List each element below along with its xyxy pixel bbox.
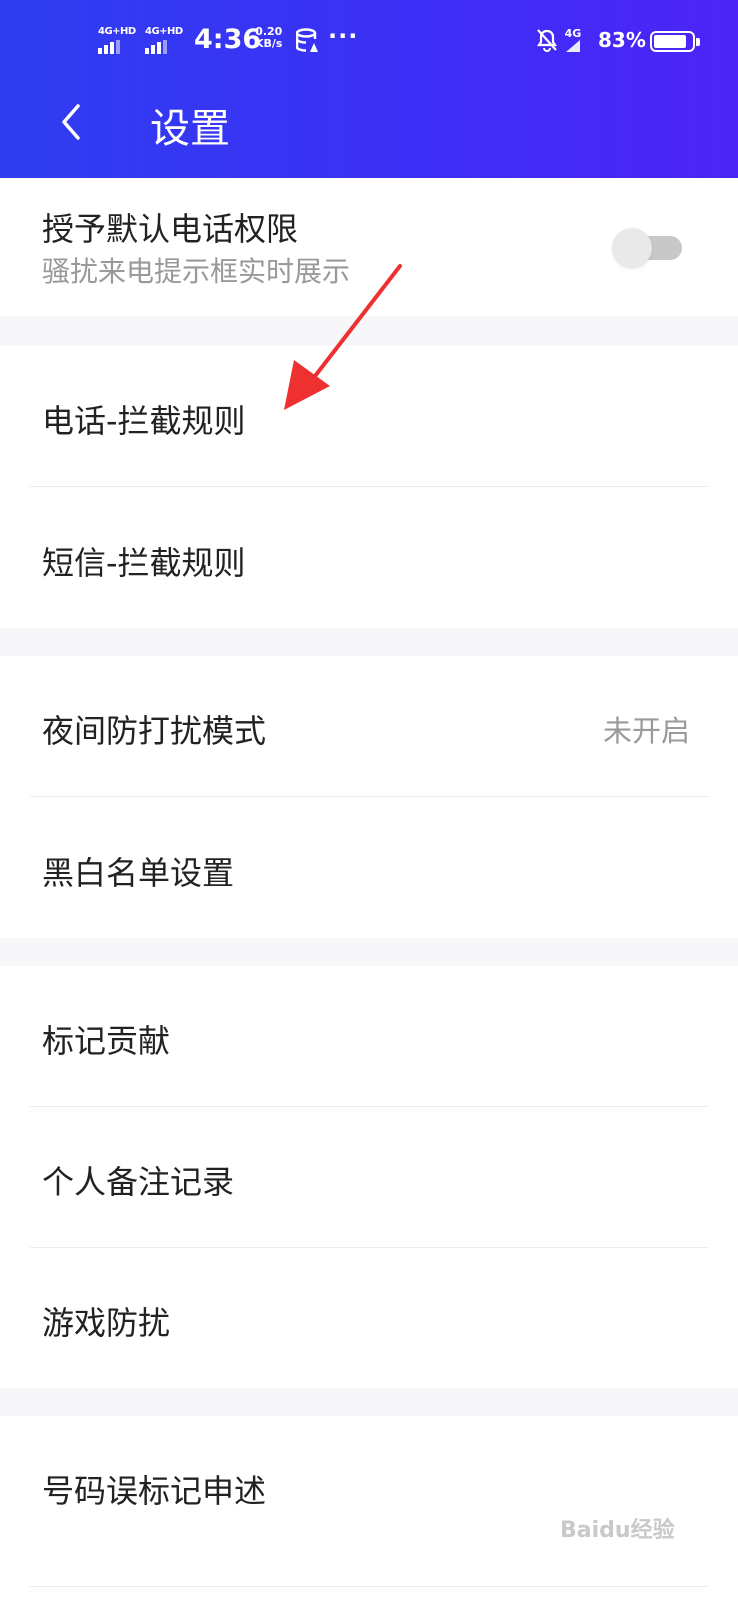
sms-intercept-rules-label: 短信-拦截规则 [42,544,246,582]
sim2-label: 4G+HD [145,26,183,37]
night-dnd-status: 未开启 [602,714,690,748]
default-permission-toggle[interactable] [612,228,682,268]
network-speed: 0.20 KB/s [255,26,282,50]
game-dnd-label: 游戏防扰 [42,1304,171,1342]
battery-icon [650,31,700,52]
more-notifications-icon: ··· [328,22,359,50]
black-white-list-label: 黑白名单设置 [42,854,235,892]
black-white-list-row[interactable]: 黑白名单设置 [0,797,738,938]
misreport-appeal-label: 号码误标记申述 [42,1472,267,1510]
modes-section: 夜间防打扰模式 未开启 黑白名单设置 [0,656,738,938]
network-speed-unit: KB/s [255,37,283,50]
mark-contribution-label: 标记贡献 [42,1022,171,1060]
status-bar: 4G+HD 4G+HD 4:36 0.20 KB/s ··· 4G 83% [0,22,738,62]
mark-contribution-row[interactable]: 标记贡献 [0,966,738,1106]
sms-intercept-rules-row[interactable]: 短信-拦截规则 [0,487,738,628]
app-header: 4G+HD 4G+HD 4:36 0.20 KB/s ··· 4G 83% 设置 [0,0,738,178]
bell-muted-icon [536,29,558,52]
page-title: 设置 [150,106,230,152]
clock: 4:36 [194,24,262,55]
watermark-logo: Baidu经验 [560,1518,675,1543]
records-section: 标记贡献 个人备注记录 游戏防扰 [0,966,738,1388]
divider [30,1586,708,1587]
night-dnd-row[interactable]: 夜间防打扰模式 未开启 [0,656,738,796]
sim2-signal-icon: 4G+HD [145,26,187,56]
personal-notes-label: 个人备注记录 [42,1163,235,1201]
game-dnd-row[interactable]: 游戏防扰 [0,1248,738,1388]
network-type-label: 4G [564,27,582,40]
default-permission-label: 授予默认电话权限 [42,210,299,248]
data-saver-icon [296,28,318,52]
night-dnd-label: 夜间防打扰模式 [42,712,267,750]
annotation-arrow-icon [284,264,402,410]
network-signal-icon [566,40,580,52]
sim1-signal-icon: 4G+HD [98,26,140,56]
battery-percent: 83% [598,28,646,52]
personal-notes-row[interactable]: 个人备注记录 [0,1107,738,1247]
sim1-label: 4G+HD [98,26,136,37]
network-type-icon: 4G [564,28,582,55]
call-intercept-rules-label: 电话-拦截规则 [42,402,246,440]
back-arrow-icon[interactable] [56,100,92,144]
appeal-section: 号码误标记申述 [0,1416,738,1600]
